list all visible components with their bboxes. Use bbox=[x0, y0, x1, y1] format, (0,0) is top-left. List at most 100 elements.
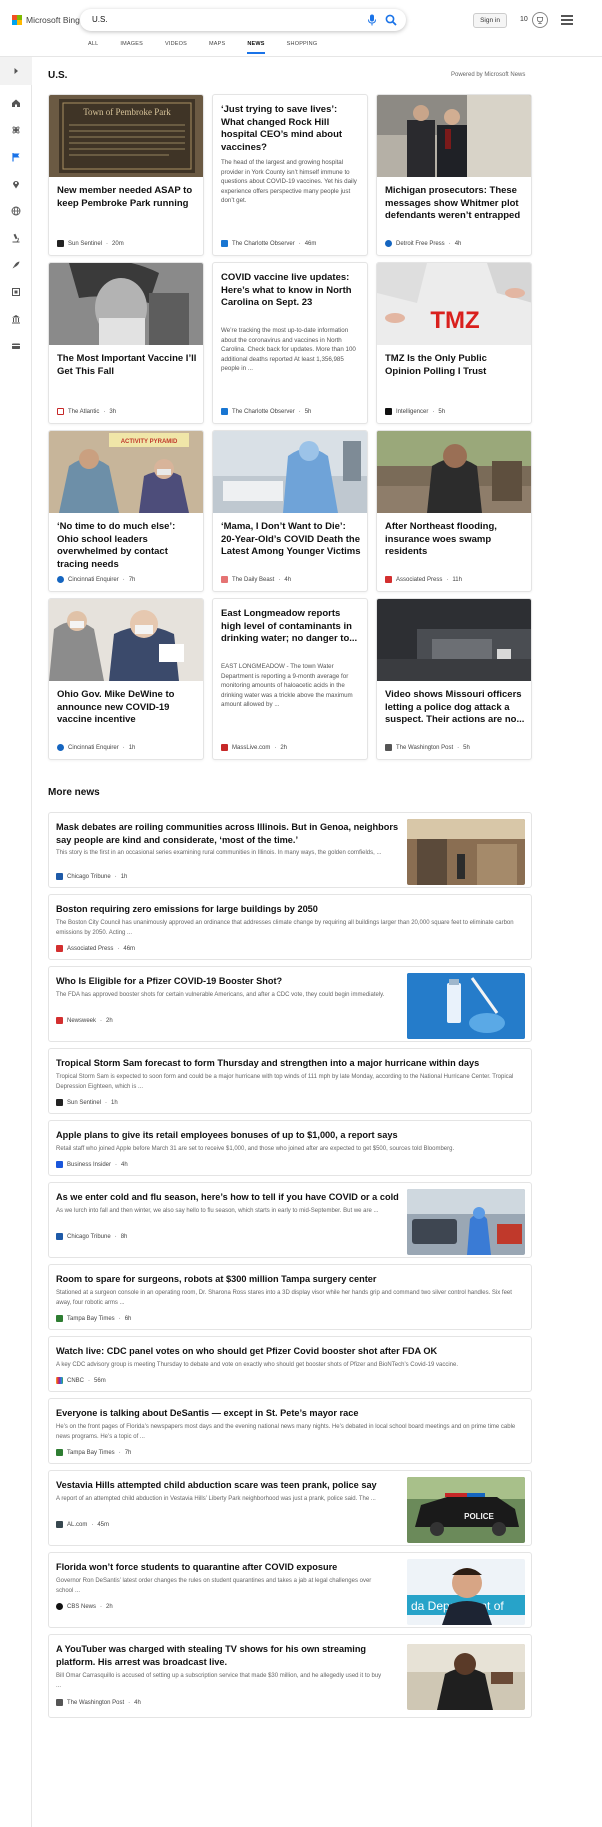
rail-expand-button[interactable] bbox=[0, 57, 32, 85]
list-item-title[interactable]: Boston requiring zero emissions for larg… bbox=[56, 903, 516, 916]
card-source[interactable]: Detroit Free Press · 4h bbox=[385, 240, 461, 247]
list-item-title[interactable]: Room to spare for surgeons, robots at $3… bbox=[56, 1273, 516, 1286]
card-title[interactable]: ‘Just trying to save lives’: What change… bbox=[221, 104, 361, 154]
tab-maps[interactable]: MAPS bbox=[209, 41, 225, 54]
card-title[interactable]: East Longmeadow reports high level of co… bbox=[221, 608, 361, 646]
list-item[interactable]: Everyone is talking about DeSantis — exc… bbox=[48, 1398, 532, 1464]
list-item[interactable]: Watch live: CDC panel votes on who shoul… bbox=[48, 1336, 532, 1392]
rocket-icon[interactable] bbox=[10, 259, 22, 271]
list-item[interactable]: Florida won’t force students to quaranti… bbox=[48, 1552, 532, 1628]
card-source[interactable]: Cincinnati Enquirer · 7h bbox=[57, 576, 135, 583]
card-title[interactable]: ‘No time to do much else’: Ohio school l… bbox=[57, 521, 197, 571]
list-item[interactable]: Mask debates are roiling communities acr… bbox=[48, 812, 532, 888]
rewards-count[interactable]: 10 bbox=[520, 16, 528, 23]
card-source[interactable]: The Daily Beast · 4h bbox=[221, 576, 291, 583]
tab-news[interactable]: NEWS bbox=[247, 41, 265, 54]
news-card[interactable]: The Most Important Vaccine I’ll Get This… bbox=[48, 262, 204, 424]
card-title[interactable]: Ohio Gov. Mike DeWine to announce new CO… bbox=[57, 689, 197, 727]
location-pin-icon[interactable] bbox=[10, 178, 22, 190]
science-icon[interactable] bbox=[10, 124, 22, 136]
news-card[interactable]: Town of Pembroke Park New member needed … bbox=[48, 94, 204, 256]
news-card[interactable]: ‘Mama, I Don’t Want to Die’: 20-Year-Old… bbox=[212, 430, 368, 592]
globe-icon[interactable] bbox=[10, 205, 22, 217]
news-card[interactable]: ‘Just trying to save lives’: What change… bbox=[212, 94, 368, 256]
news-card[interactable]: ACTIVITY PYRAMID ‘No time to do much els… bbox=[48, 430, 204, 592]
card-source[interactable]: Sun Sentinel · 20m bbox=[57, 240, 124, 247]
news-card[interactable]: TMZ TMZ Is the Only Public Opinion Polli… bbox=[376, 262, 532, 424]
list-item-source[interactable]: CBS News · 2h bbox=[56, 1603, 113, 1610]
card-title[interactable]: ‘Mama, I Don’t Want to Die’: 20-Year-Old… bbox=[221, 521, 361, 559]
list-item[interactable]: As we enter cold and flu season, here’s … bbox=[48, 1182, 532, 1258]
news-card[interactable]: After Northeast flooding, insurance woes… bbox=[376, 430, 532, 592]
news-card[interactable]: Ohio Gov. Mike DeWine to announce new CO… bbox=[48, 598, 204, 760]
rewards-trophy-icon[interactable] bbox=[532, 12, 548, 28]
list-item-source[interactable]: Tampa Bay Times · 6h bbox=[56, 1315, 131, 1322]
news-card[interactable]: Video shows Missouri officers letting a … bbox=[376, 598, 532, 760]
list-item[interactable]: Room to spare for surgeons, robots at $3… bbox=[48, 1264, 532, 1330]
list-item[interactable]: Boston requiring zero emissions for larg… bbox=[48, 894, 532, 960]
card-description: EAST LONGMEADOW - The town Water Departm… bbox=[221, 663, 353, 708]
card-source[interactable]: The Charlotte Observer · 46m bbox=[221, 240, 316, 247]
film-icon[interactable] bbox=[10, 286, 22, 298]
tab-shopping[interactable]: SHOPPING bbox=[287, 41, 318, 54]
bank-icon[interactable] bbox=[10, 313, 22, 325]
list-item-title[interactable]: Tropical Storm Sam forecast to form Thur… bbox=[56, 1057, 516, 1070]
list-item-title[interactable]: Who Is Eligible for a Pfizer COVID-19 Bo… bbox=[56, 975, 401, 988]
list-item[interactable]: Apple plans to give its retail employees… bbox=[48, 1120, 532, 1176]
list-item-title[interactable]: Watch live: CDC panel votes on who shoul… bbox=[56, 1345, 516, 1358]
card-source[interactable]: The Washington Post · 5h bbox=[385, 744, 470, 751]
list-item[interactable]: Vestavia Hills attempted child abduction… bbox=[48, 1470, 532, 1546]
powered-by-label[interactable]: Powered by Microsoft News bbox=[451, 72, 525, 78]
list-item-title[interactable]: A YouTuber was charged with stealing TV … bbox=[56, 1643, 401, 1669]
list-item-source[interactable]: The Washington Post · 4h bbox=[56, 1699, 141, 1706]
search-box[interactable]: U.S. bbox=[80, 9, 406, 31]
card-title[interactable]: Video shows Missouri officers letting a … bbox=[385, 689, 525, 727]
list-item-source[interactable]: CNBC · 56m bbox=[56, 1377, 106, 1384]
hamburger-menu-icon[interactable] bbox=[561, 15, 573, 25]
list-item[interactable]: A YouTuber was charged with stealing TV … bbox=[48, 1634, 532, 1718]
list-item-source[interactable]: Tampa Bay Times · 7h bbox=[56, 1449, 131, 1456]
card-icon[interactable] bbox=[10, 340, 22, 352]
news-card[interactable]: COVID vaccine live updates: Here’s what … bbox=[212, 262, 368, 424]
list-item[interactable]: Who Is Eligible for a Pfizer COVID-19 Bo… bbox=[48, 966, 532, 1042]
search-icon[interactable] bbox=[385, 14, 397, 26]
card-title[interactable]: New member needed ASAP to keep Pembroke … bbox=[57, 185, 197, 210]
card-source[interactable]: MassLive.com · 2h bbox=[221, 744, 287, 751]
list-item-title[interactable]: Florida won’t force students to quaranti… bbox=[56, 1561, 401, 1574]
tab-all[interactable]: ALL bbox=[88, 41, 98, 54]
list-item-source[interactable]: AL.com · 45m bbox=[56, 1521, 109, 1528]
card-title[interactable]: TMZ Is the Only Public Opinion Polling I… bbox=[385, 353, 525, 378]
list-item[interactable]: Tropical Storm Sam forecast to form Thur… bbox=[48, 1048, 532, 1114]
news-card[interactable]: Michigan prosecutors: These messages sho… bbox=[376, 94, 532, 256]
card-source[interactable]: The Atlantic · 3h bbox=[57, 408, 116, 415]
home-icon[interactable] bbox=[10, 97, 22, 109]
card-source[interactable]: Cincinnati Enquirer · 1h bbox=[57, 744, 135, 751]
card-source[interactable]: Associated Press · 11h bbox=[385, 576, 462, 583]
list-item-source[interactable]: Business Insider · 4h bbox=[56, 1161, 128, 1168]
card-title[interactable]: Michigan prosecutors: These messages sho… bbox=[385, 185, 525, 223]
list-item-title[interactable]: Everyone is talking about DeSantis — exc… bbox=[56, 1407, 516, 1420]
search-input[interactable]: U.S. bbox=[92, 15, 108, 24]
tab-videos[interactable]: VIDEOS bbox=[165, 41, 187, 54]
list-item-source[interactable]: Sun Sentinel · 1h bbox=[56, 1099, 118, 1106]
bing-logo[interactable]: Microsoft Bing bbox=[12, 15, 80, 25]
flag-icon[interactable] bbox=[10, 151, 22, 163]
list-item-source[interactable]: Chicago Tribune · 1h bbox=[56, 873, 127, 880]
card-source[interactable]: The Charlotte Observer · 5h bbox=[221, 408, 311, 415]
card-title[interactable]: COVID vaccine live updates: Here’s what … bbox=[221, 272, 361, 310]
list-item-title[interactable]: Vestavia Hills attempted child abduction… bbox=[56, 1479, 401, 1492]
list-item-title[interactable]: Apple plans to give its retail employees… bbox=[56, 1129, 516, 1142]
card-title[interactable]: After Northeast flooding, insurance woes… bbox=[385, 521, 525, 559]
list-item-source[interactable]: Chicago Tribune · 8h bbox=[56, 1233, 127, 1240]
list-item-title[interactable]: As we enter cold and flu season, here’s … bbox=[56, 1191, 401, 1204]
microscope-icon[interactable] bbox=[10, 232, 22, 244]
microphone-icon[interactable] bbox=[367, 14, 377, 26]
card-source[interactable]: Intelligencer · 5h bbox=[385, 408, 445, 415]
tab-images[interactable]: IMAGES bbox=[120, 41, 143, 54]
list-item-source[interactable]: Associated Press · 46m bbox=[56, 945, 135, 952]
news-card[interactable]: East Longmeadow reports high level of co… bbox=[212, 598, 368, 760]
list-item-source[interactable]: Newsweek · 2h bbox=[56, 1017, 113, 1024]
list-item-title[interactable]: Mask debates are roiling communities acr… bbox=[56, 821, 401, 847]
sign-in-button[interactable]: Sign in bbox=[473, 13, 507, 28]
card-title[interactable]: The Most Important Vaccine I’ll Get This… bbox=[57, 353, 197, 378]
